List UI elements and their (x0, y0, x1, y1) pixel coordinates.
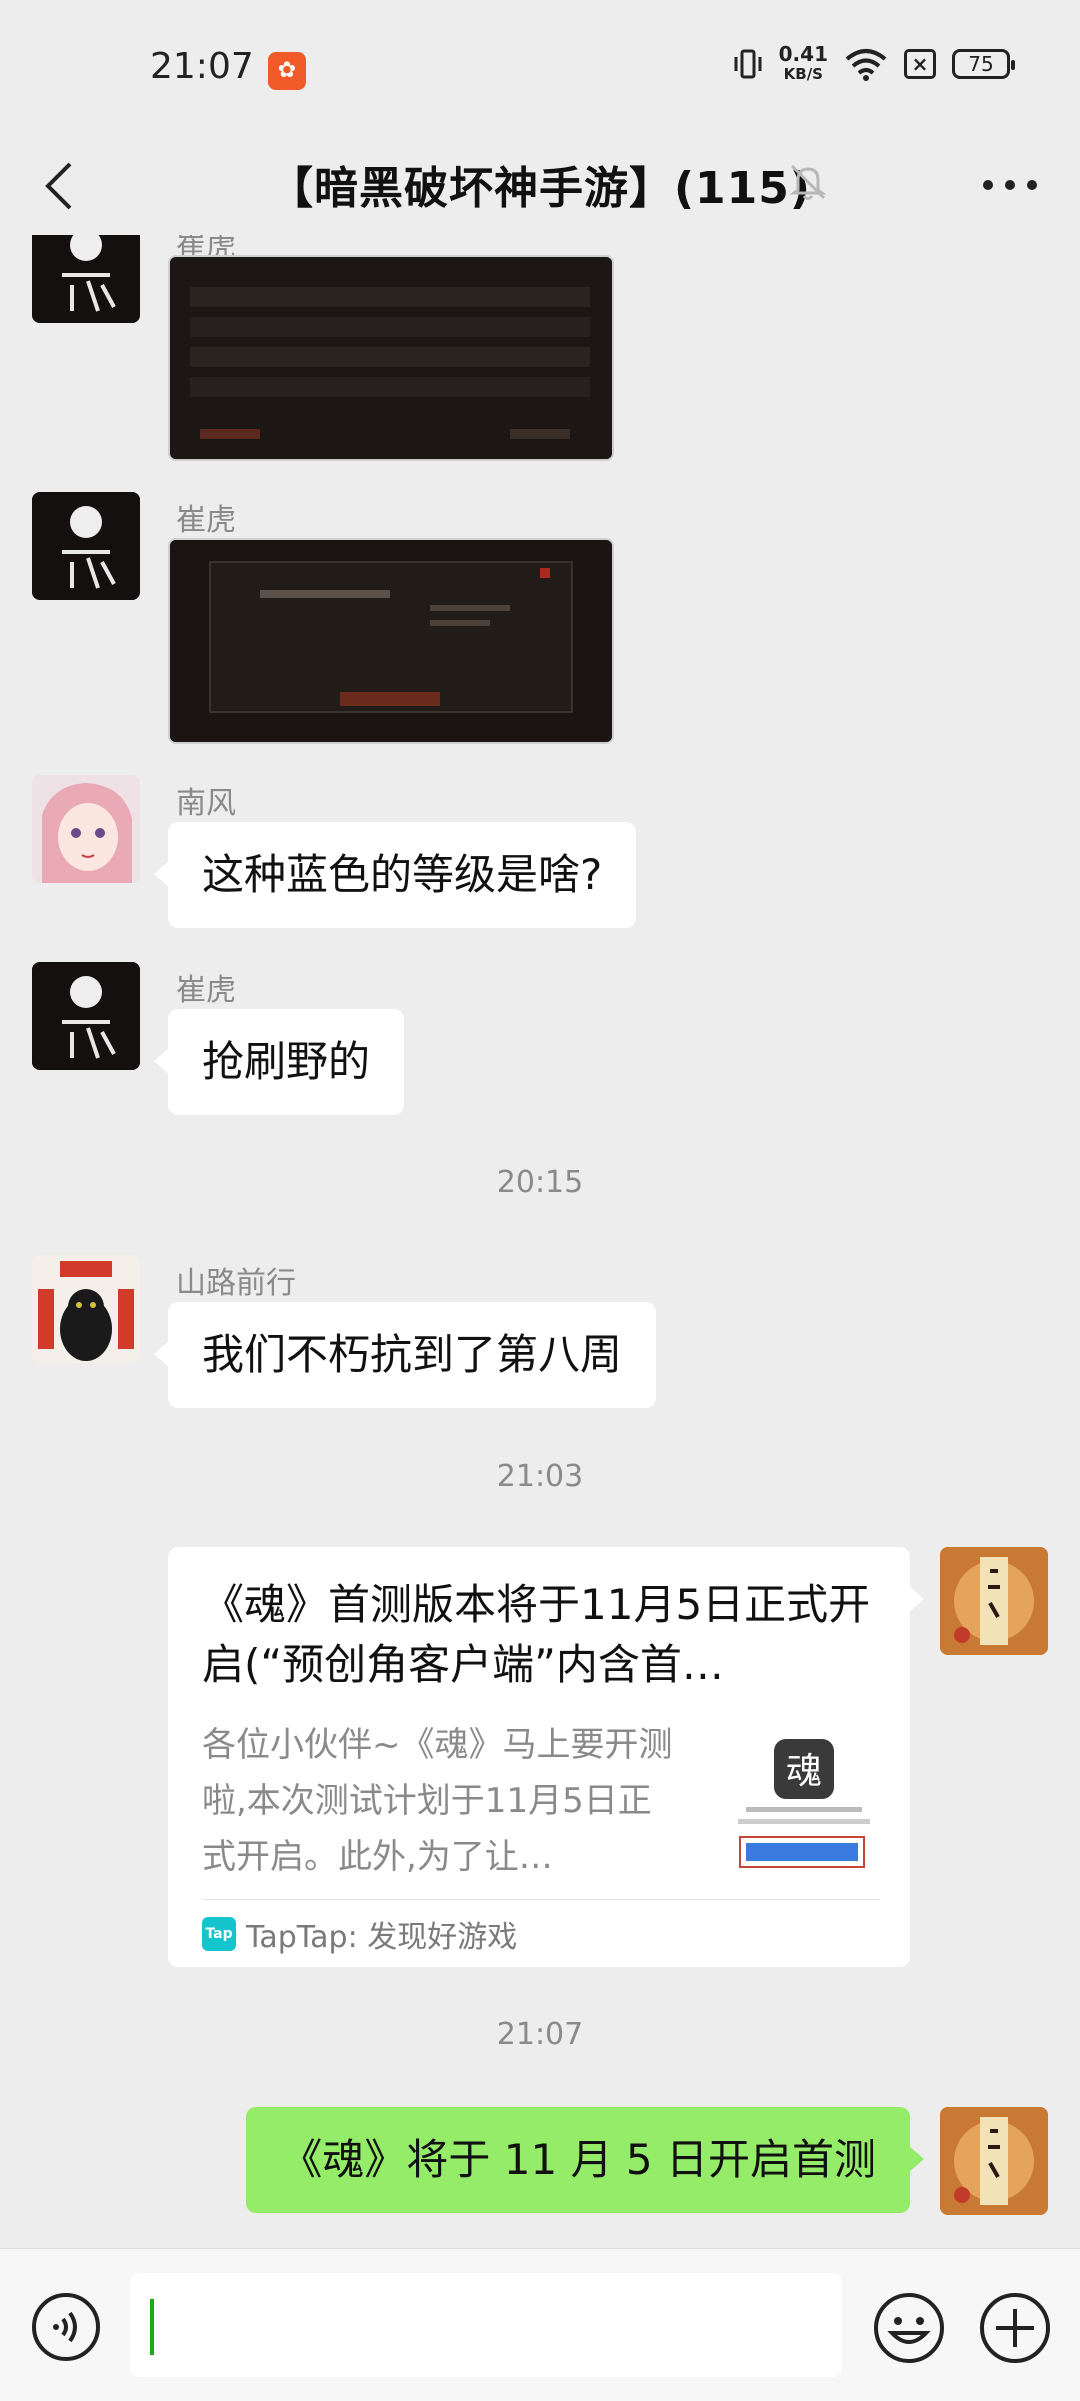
message-list[interactable]: 崔虎 崔虎 南风 这种蓝色的等级是啥? 崔虎 抢刷野的 20:15 山路前行 我… (0, 235, 1080, 2245)
voice-icon[interactable] (30, 2291, 102, 2363)
avatar-cuihu[interactable] (32, 962, 140, 1070)
timestamp: 21:07 (496, 2017, 584, 2052)
chat-title[interactable]: 【暗黑破坏神手游】(115) (0, 152, 1080, 216)
wifi-icon (845, 49, 887, 81)
more-icon[interactable] (970, 150, 1050, 220)
text-caret (150, 2299, 154, 2355)
message-bubble[interactable]: 我们不朽抗到了第八周 (153, 1302, 657, 1408)
link-card[interactable]: 《魂》首测版本将于11月5日正式开启(“预创角客户端”内含首… 各位小伙伴~《魂… (168, 1547, 924, 1967)
network-speed-unit: KB/S (783, 65, 823, 83)
card-source-label: TapTap: 发现好游戏 (246, 1920, 518, 1955)
input-bar (0, 2248, 1080, 2401)
avatar-cuihu[interactable] (32, 492, 140, 600)
network-speed: 0.41 KB/S (779, 44, 828, 84)
avatar-image (32, 492, 140, 600)
avatar-image (32, 1255, 140, 1363)
svg-text:魂: 魂 (786, 1751, 822, 1792)
game-screenshot-image (170, 257, 612, 459)
avatar-me[interactable] (940, 2107, 1048, 2215)
timestamp: 20:15 (496, 1165, 584, 1200)
taptap-logo-icon: Tap (202, 1917, 236, 1951)
message-bubble[interactable]: 抢刷野的 (153, 1009, 405, 1115)
battery-icon: 75 (952, 49, 1015, 79)
message-input[interactable] (130, 2273, 842, 2377)
sim-off-icon: × (904, 49, 936, 79)
avatar-image (32, 235, 140, 323)
image-message[interactable] (168, 538, 614, 744)
card-source: Tap TapTap: 发现好游戏 (202, 1909, 517, 1959)
avatar-image (32, 962, 140, 1070)
chat-header: 【暗黑破坏神手游】(115) (0, 130, 1080, 240)
plus-icon[interactable] (978, 2291, 1052, 2365)
sender-name: 山路前行 (176, 1266, 296, 1301)
card-divider (202, 1899, 880, 1900)
card-description: 各位小伙伴~《魂》马上要开测啦,本次测试计划于11月5日正式开启。此外,为了让… (202, 1725, 673, 1877)
status-icons: 0.41 KB/S × 75 (733, 44, 1015, 84)
timestamp: 21:03 (496, 1459, 584, 1494)
card-thumbnail-image: 魂 (732, 1733, 876, 1883)
image-message[interactable] (168, 255, 614, 461)
emoji-icon[interactable] (872, 2291, 946, 2365)
avatar-nanfeng[interactable] (32, 775, 140, 883)
status-bar: 21:07 ✿ 0.41 KB/S × 75 (0, 0, 1080, 140)
avatar-image (940, 1547, 1048, 1655)
avatar-cuihu[interactable] (32, 235, 140, 323)
sender-name: 崔虎 (176, 973, 236, 1008)
game-screenshot-image (170, 540, 612, 742)
status-time: 21:07 (150, 46, 254, 87)
avatar-shanluqianxing[interactable] (32, 1255, 140, 1363)
sender-name: 崔虎 (176, 503, 236, 538)
avatar-me[interactable] (940, 1547, 1048, 1655)
avatar-image (940, 2107, 1048, 2215)
card-title: 《魂》首测版本将于11月5日正式开启(“预创角客户端”内含首… (202, 1580, 871, 1689)
app-notification-icon: ✿ (268, 52, 306, 90)
avatar-image (32, 775, 140, 883)
message-bubble[interactable]: 这种蓝色的等级是啥? (153, 822, 637, 928)
vibrate-icon (734, 49, 762, 79)
network-speed-value: 0.41 (778, 42, 828, 66)
mute-bell-icon (789, 164, 827, 200)
battery-level: 75 (968, 52, 994, 76)
sender-name: 南风 (176, 786, 236, 821)
message-bubble-mine[interactable]: 《魂》将于 11 月 5 日开启首测 (246, 2107, 924, 2213)
